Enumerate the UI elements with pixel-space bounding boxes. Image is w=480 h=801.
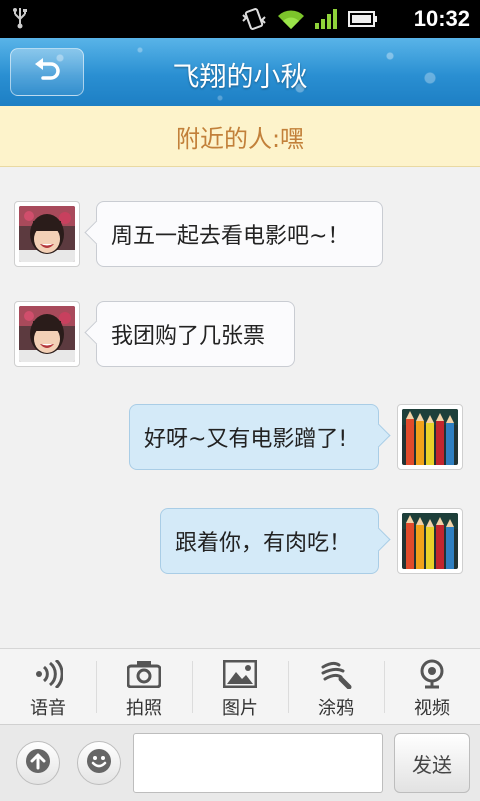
image-label: 图片	[222, 698, 258, 719]
contact-avatar[interactable]	[14, 301, 80, 367]
message-text: 跟着你，有肉吃！	[175, 531, 352, 556]
video-button[interactable]: 视频	[384, 649, 480, 725]
message-input[interactable]	[133, 733, 383, 793]
chat-title: 飞翔的小秋	[172, 62, 308, 93]
expand-button[interactable]	[16, 741, 60, 785]
nearby-banner-text: 附近的人:嘿	[175, 124, 305, 153]
battery-icon	[348, 10, 378, 32]
camera-label: 拍照	[126, 698, 162, 719]
voice-icon	[33, 658, 63, 690]
my-avatar-image	[402, 409, 458, 465]
doodle-label: 涂鸦	[318, 698, 354, 719]
voice-button[interactable]: 语音	[0, 649, 96, 725]
chat-header: 飞翔的小秋	[0, 38, 480, 106]
brush-icon	[319, 658, 353, 690]
send-label: 发送	[412, 752, 452, 777]
image-icon	[223, 658, 257, 690]
my-avatar[interactable]	[397, 404, 463, 470]
message-bubble-incoming[interactable]: 周五一起去看电影吧~！	[96, 201, 383, 267]
clock: 10:32	[413, 6, 470, 31]
camera-button[interactable]: 拍照	[96, 649, 192, 725]
contact-avatar-image	[19, 206, 75, 262]
message-text: 好呀~又有电影蹭了!	[144, 427, 348, 452]
webcam-icon	[417, 658, 447, 690]
my-avatar[interactable]	[397, 508, 463, 574]
smiley-icon	[86, 748, 112, 778]
my-avatar-image	[402, 513, 458, 569]
emoji-button[interactable]	[77, 741, 121, 785]
vibrate-icon	[240, 7, 268, 35]
message-bubble-outgoing[interactable]: 跟着你，有肉吃！	[160, 508, 379, 574]
nearby-banner[interactable]: 附近的人:嘿	[0, 106, 480, 167]
voice-label: 语音	[30, 698, 66, 719]
contact-avatar[interactable]	[14, 201, 80, 267]
video-label: 视频	[414, 698, 450, 719]
arrow-up-icon	[25, 748, 51, 778]
message-text: 我团购了几张票	[111, 324, 266, 349]
message-bubble-outgoing[interactable]: 好呀~又有电影蹭了!	[129, 404, 379, 470]
send-button[interactable]: 发送	[394, 733, 470, 793]
attachment-toolbar: 语音 拍照 图片 涂鸦 视频	[0, 648, 480, 725]
contact-avatar-image	[19, 306, 75, 362]
wifi-icon	[276, 8, 306, 34]
status-bar: 10:32	[0, 0, 480, 38]
camera-icon	[127, 658, 161, 690]
message-text: 周五一起去看电影吧~！	[111, 224, 350, 249]
doodle-button[interactable]: 涂鸦	[288, 649, 384, 725]
usb-icon	[12, 6, 28, 34]
image-button[interactable]: 图片	[192, 649, 288, 725]
signal-icon	[314, 8, 340, 34]
input-bar: 发送	[0, 724, 480, 801]
message-bubble-incoming[interactable]: 我团购了几张票	[96, 301, 295, 367]
